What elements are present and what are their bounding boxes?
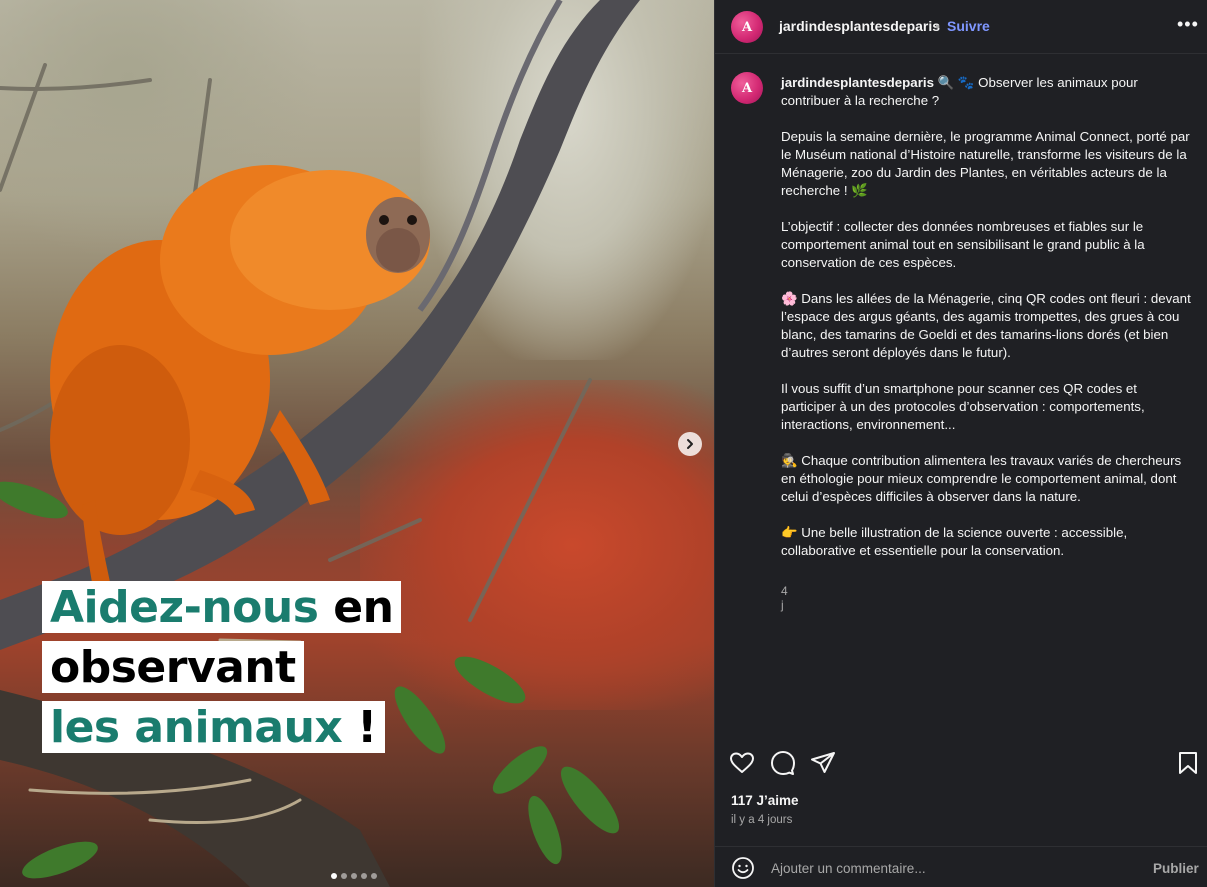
- overlay-line-1: Aidez-nous en: [42, 581, 402, 633]
- emoji-smiley-icon[interactable]: [731, 856, 755, 880]
- add-comment-bar: Publier: [715, 846, 1207, 887]
- post-media[interactable]: Aidez-nous en observant les animaux !: [0, 0, 714, 887]
- caption-paragraph: 👉 Une belle illustration de la science o…: [781, 525, 1128, 558]
- carousel-dot: [351, 873, 357, 879]
- publish-button[interactable]: Publier: [1153, 861, 1199, 876]
- caption-paragraph: L’objectif : collecter des données nombr…: [781, 219, 1145, 270]
- chevron-right-icon: [687, 439, 693, 449]
- avatar[interactable]: A: [731, 11, 763, 43]
- post-header: A jardindesplantesdeparis • Suivre •••: [715, 0, 1207, 54]
- carousel-indicator: [331, 873, 377, 879]
- carousel-dot: [361, 873, 367, 879]
- carousel-dot: [331, 873, 337, 879]
- caption-paragraph: Il vous suffit d’un smartphone pour scan…: [781, 381, 1145, 432]
- caption-timestamp[interactable]: 4 j: [781, 584, 788, 612]
- separator-dot: •: [935, 18, 940, 34]
- caption-paragraph: 🕵 Chaque contribution alimentera les tra…: [781, 453, 1182, 504]
- comment-input[interactable]: [771, 857, 1131, 879]
- image-text-overlay: Aidez-nous en observant les animaux !: [42, 581, 402, 761]
- caption-paragraph: Depuis la semaine dernière, le programme…: [781, 129, 1190, 198]
- more-options-button[interactable]: •••: [1177, 14, 1199, 35]
- carousel-dot: [341, 873, 347, 879]
- avatar[interactable]: A: [731, 72, 763, 104]
- overlay-line-2: observant: [42, 641, 304, 693]
- carousel-next-button[interactable]: [678, 432, 702, 456]
- like-count[interactable]: 117 J’aime: [731, 793, 799, 808]
- bookmark-save-icon[interactable]: [1175, 750, 1201, 776]
- carousel-dot: [371, 873, 377, 879]
- comment-bubble-icon[interactable]: [770, 750, 796, 776]
- caption-first-line: jardindesplantesdeparis 🔍 🐾 Observer les…: [781, 75, 1138, 108]
- post-side-panel: A jardindesplantesdeparis • Suivre ••• A…: [714, 0, 1207, 887]
- action-bar: [715, 740, 1207, 788]
- overlay-line-3: les animaux !: [42, 701, 385, 753]
- caption-paragraph: 🌸 Dans les allées de la Ménagerie, cinq …: [781, 291, 1191, 360]
- like-heart-icon[interactable]: [729, 750, 755, 776]
- follow-button[interactable]: Suivre: [947, 18, 990, 34]
- share-paper-plane-icon[interactable]: [810, 750, 836, 776]
- caption-username[interactable]: jardindesplantesdeparis: [781, 75, 934, 90]
- caption-text: jardindesplantesdeparis 🔍 🐾 Observer les…: [781, 74, 1191, 578]
- post-modal: Aidez-nous en observant les animaux ! A …: [0, 0, 1207, 887]
- post-date[interactable]: il y a 4 jours: [731, 814, 792, 826]
- author-username[interactable]: jardindesplantesdeparis: [779, 18, 940, 34]
